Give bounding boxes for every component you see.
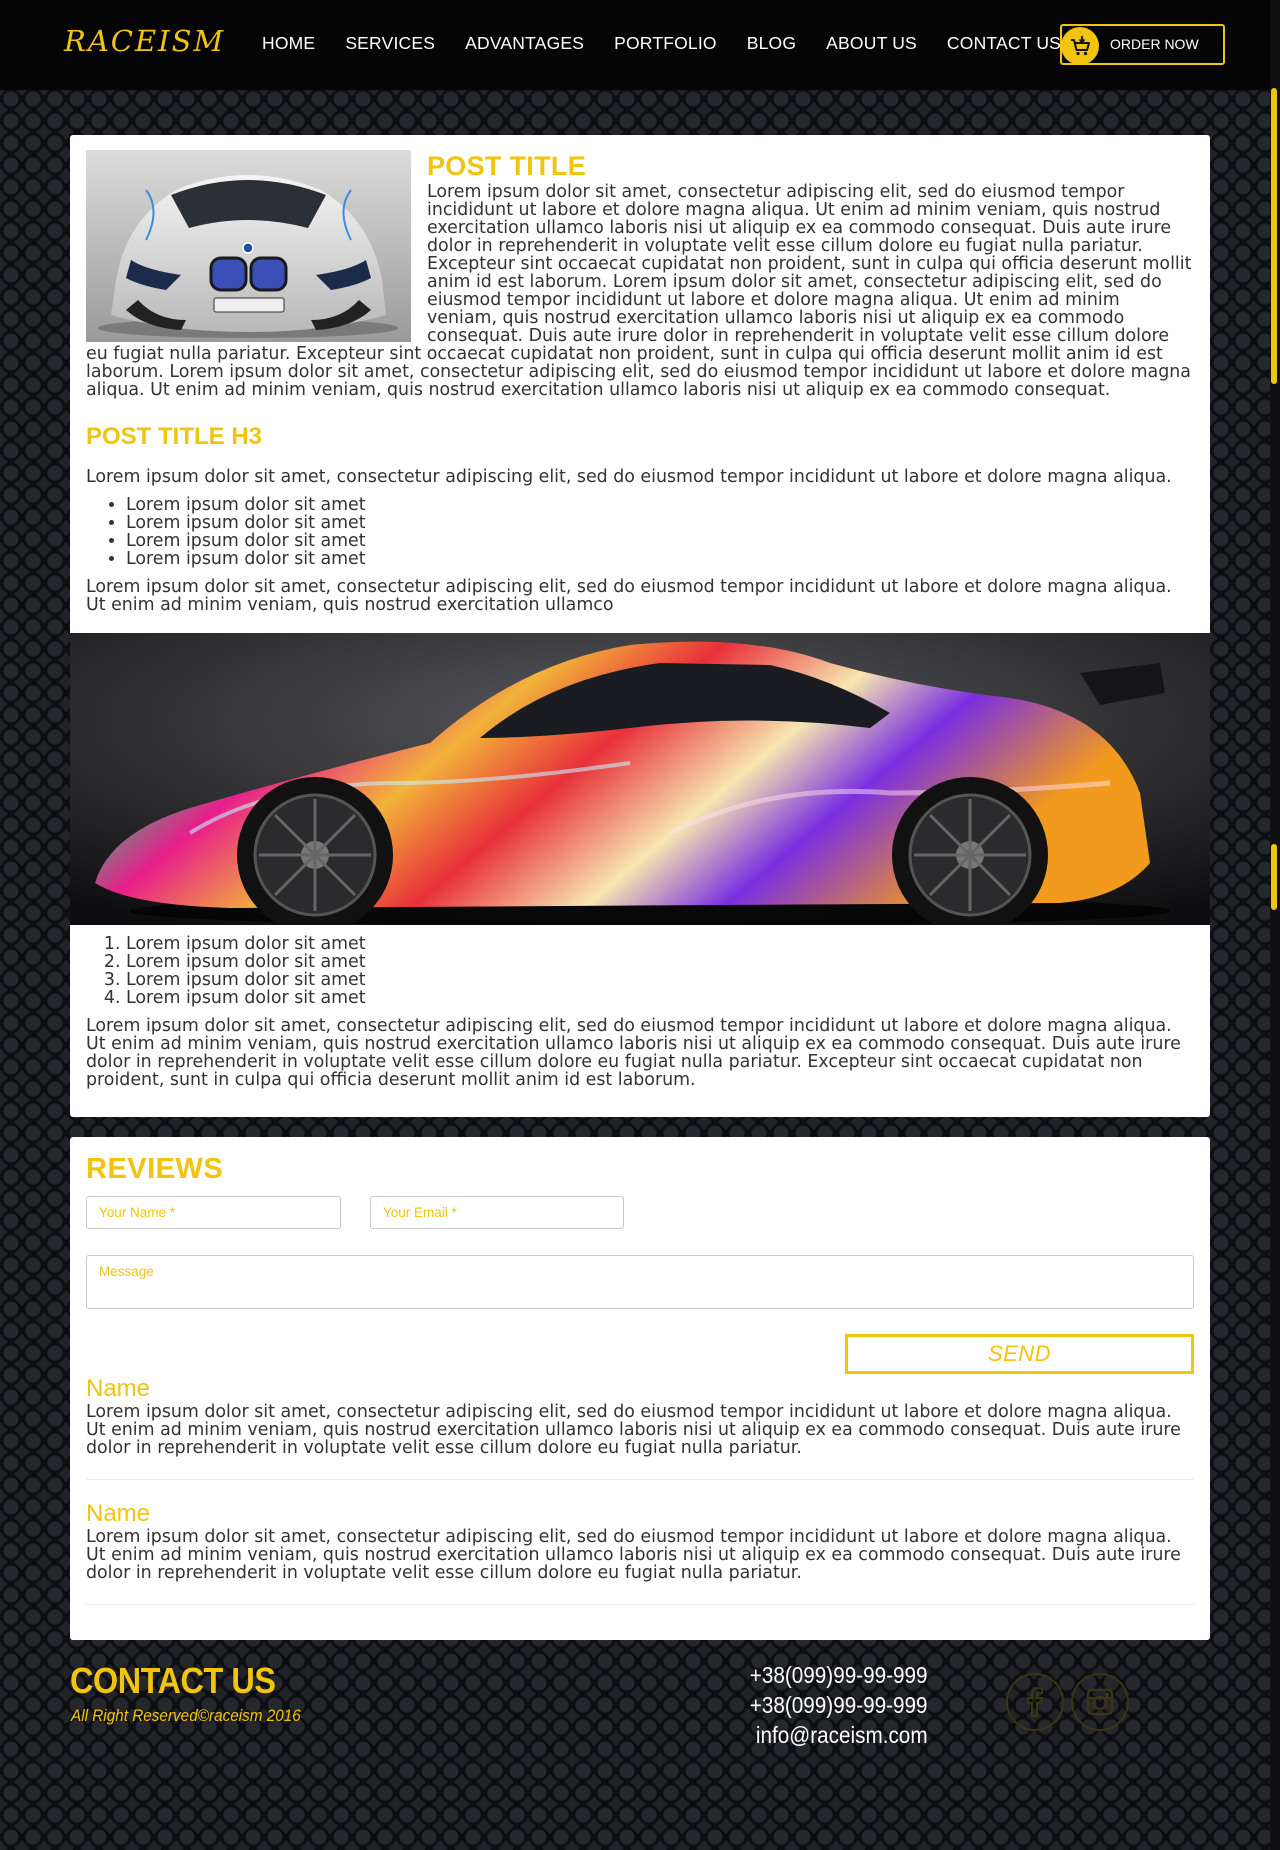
review-author: Name	[86, 1500, 151, 1527]
nav-advantages[interactable]: ADVANTAGES	[465, 33, 584, 54]
review-item: Name Lorem ipsum dolor sit amet, consect…	[86, 1375, 1194, 1480]
reviews-title: REVIEWS	[86, 1153, 224, 1185]
post-paragraph: Lorem ipsum dolor sit amet, consectetur …	[86, 467, 1172, 487]
footer-title: CONTACT US	[70, 1660, 276, 1701]
send-button[interactable]: SEND	[845, 1334, 1194, 1374]
post-body-lower: Lorem ipsum dolor sit amet Lorem ipsum d…	[86, 935, 1194, 1089]
instagram-icon[interactable]	[1071, 1673, 1129, 1731]
order-now-button[interactable]: ORDER NOW	[1060, 24, 1225, 65]
email-input[interactable]: Your Email *	[370, 1196, 624, 1229]
post-hero-image	[86, 150, 411, 342]
message-textarea[interactable]: Message	[86, 1255, 1194, 1309]
nav-services[interactable]: SERVICES	[345, 33, 435, 54]
phone-number[interactable]: +38(099)99-99-999	[750, 1660, 928, 1690]
list-item: Lorem ipsum dolor sit amet	[126, 496, 1194, 514]
review-author: Name	[86, 1375, 151, 1402]
post-card: POST TITLE Lorem ipsum dolor sit amet, c…	[70, 135, 1210, 1117]
nav-contact-us[interactable]: CONTACT US	[947, 33, 1061, 54]
bullet-list: Lorem ipsum dolor sit amet Lorem ipsum d…	[126, 496, 1194, 568]
list-item: Lorem ipsum dolor sit amet	[126, 989, 1194, 1007]
main-nav: HOME SERVICES ADVANTAGES PORTFOLIO BLOG …	[262, 33, 1091, 54]
list-item: Lorem ipsum dolor sit amet	[126, 935, 1194, 953]
nav-blog[interactable]: BLOG	[747, 33, 796, 54]
footer-contacts: +38(099)99-99-999 +38(099)99-99-999 info…	[750, 1660, 928, 1750]
facebook-icon[interactable]	[1006, 1673, 1064, 1731]
phone-number[interactable]: +38(099)99-99-999	[750, 1690, 928, 1720]
name-input[interactable]: Your Name *	[86, 1196, 341, 1229]
review-text: Lorem ipsum dolor sit amet, consectetur …	[86, 1527, 1181, 1583]
list-item: Lorem ipsum dolor sit amet	[126, 550, 1194, 568]
footer-copyright: All Right Reserved©raceism 2016	[71, 1706, 301, 1725]
nav-portfolio[interactable]: PORTFOLIO	[614, 33, 717, 54]
list-item: Lorem ipsum dolor sit amet	[126, 971, 1194, 989]
post-wide-image	[70, 633, 1210, 925]
scrollbar-thumb-secondary[interactable]	[1271, 844, 1277, 910]
nav-about-us[interactable]: ABOUT US	[826, 33, 917, 54]
list-item: Lorem ipsum dolor sit amet	[126, 953, 1194, 971]
review-text: Lorem ipsum dolor sit amet, consectetur …	[86, 1402, 1181, 1458]
scrollbar-thumb[interactable]	[1271, 88, 1277, 384]
list-item: Lorem ipsum dolor sit amet	[126, 532, 1194, 550]
list-item: Lorem ipsum dolor sit amet	[126, 514, 1194, 532]
numbered-list: Lorem ipsum dolor sit amet Lorem ipsum d…	[126, 935, 1194, 1007]
order-now-label: ORDER NOW	[1110, 36, 1199, 52]
review-item: Name Lorem ipsum dolor sit amet, consect…	[86, 1500, 1194, 1605]
post-body: POST TITLE Lorem ipsum dolor sit amet, c…	[86, 150, 1194, 614]
post-paragraph: Lorem ipsum dolor sit amet, consectetur …	[86, 1016, 1181, 1090]
email-link[interactable]: info@raceism.com	[750, 1720, 928, 1750]
site-logo[interactable]: RACEISM	[64, 24, 225, 58]
post-paragraph: Lorem ipsum dolor sit amet, consectetur …	[86, 577, 1172, 615]
reviews-card: REVIEWS Your Name * Your Email * Message…	[70, 1137, 1210, 1640]
nav-home[interactable]: HOME	[262, 33, 315, 54]
post-subtitle: POST TITLE H3	[86, 423, 263, 450]
cart-icon	[1061, 27, 1099, 65]
top-navbar: RACEISM HOME SERVICES ADVANTAGES PORTFOL…	[0, 0, 1270, 90]
